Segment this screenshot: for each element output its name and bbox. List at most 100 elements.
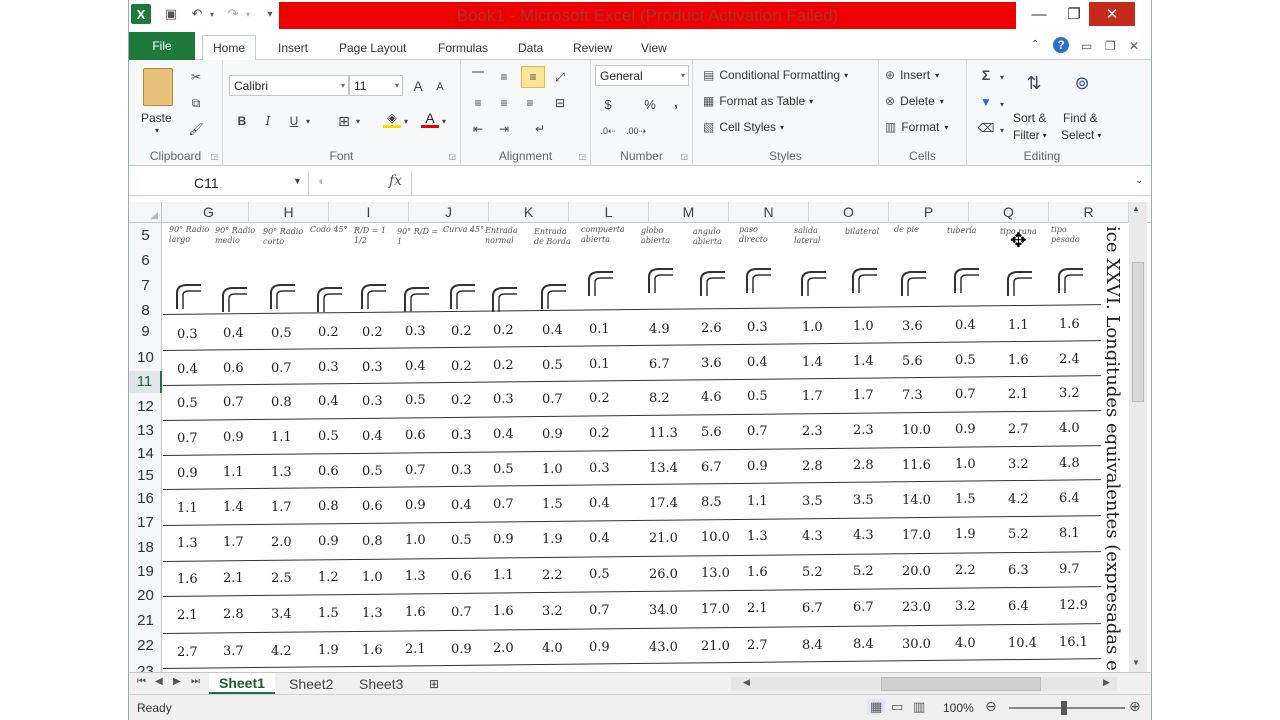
tab-home[interactable]: Home	[202, 35, 257, 61]
zoom-level[interactable]: 100%	[943, 701, 974, 715]
row-header-10[interactable]: 10	[129, 347, 162, 369]
normal-view-icon[interactable]: ▦	[867, 699, 886, 715]
row-header-14[interactable]: 14	[129, 443, 162, 465]
tab-formulas[interactable]: Formulas	[428, 35, 498, 60]
workbook-minimize-icon[interactable]: ▭	[1081, 39, 1092, 53]
fill-dropdown-icon[interactable]: ▾	[997, 95, 1007, 113]
row-header-21[interactable]: 21	[129, 610, 162, 632]
decrease-indent-icon[interactable]: ⇤	[469, 120, 487, 138]
clear-icon[interactable]: ⌫	[977, 119, 995, 137]
row-header-6[interactable]: 6	[129, 250, 162, 272]
zoom-in-icon[interactable]: ⊕	[1129, 698, 1141, 715]
column-header-l[interactable]: L	[569, 202, 649, 223]
paste-icon[interactable]	[143, 68, 173, 106]
vertical-scroll-thumb[interactable]	[1132, 262, 1144, 402]
underline-button[interactable]: U	[285, 112, 303, 130]
tab-file[interactable]: File	[129, 32, 195, 60]
clear-dropdown-icon[interactable]: ▾	[997, 121, 1007, 139]
row-header-11[interactable]: 11	[129, 371, 162, 393]
sort-label[interactable]: Sort &	[1013, 111, 1046, 125]
row-header-13[interactable]: 13	[129, 420, 162, 442]
scroll-right-icon[interactable]: ▶	[1103, 677, 1110, 688]
next-sheet-icon[interactable]: ▶	[173, 676, 181, 687]
close-button[interactable]: ✕	[1089, 2, 1135, 26]
row-header-16[interactable]: 16	[129, 488, 162, 510]
font-color-icon[interactable]: A	[421, 110, 439, 128]
increase-decimal-icon[interactable]: .0⇠	[599, 122, 617, 140]
row-header-12[interactable]: 12	[129, 396, 162, 418]
comma-button[interactable]: ,	[667, 93, 685, 111]
number-launcher-icon[interactable]: ◲	[680, 152, 688, 161]
percent-button[interactable]: %	[641, 95, 659, 113]
column-header-h[interactable]: H	[249, 202, 329, 223]
tab-view[interactable]: View	[631, 35, 677, 60]
tab-page-layout[interactable]: Page Layout	[329, 35, 416, 60]
increase-indent-icon[interactable]: ⇥	[495, 120, 513, 138]
scroll-down-icon[interactable]: ▼	[1132, 658, 1140, 667]
fill-color-dropdown-icon[interactable]: ▾	[401, 112, 411, 130]
clipboard-launcher-icon[interactable]: ◲	[210, 152, 218, 161]
delete-cells-button[interactable]: ⊗ Delete ▾	[885, 94, 944, 108]
column-header-o[interactable]: O	[809, 202, 889, 223]
binoculars-icon[interactable]: ⊚	[1067, 68, 1097, 98]
zoom-slider-thumb[interactable]	[1061, 701, 1067, 715]
cell-styles-button[interactable]: ▧ Cell Styles ▾	[703, 120, 784, 134]
expand-formula-icon[interactable]: ⌄	[1135, 175, 1143, 186]
undo-dropdown-icon[interactable]: ▾	[207, 4, 217, 24]
row-header-19[interactable]: 19	[129, 561, 162, 583]
row-header-22[interactable]: 22	[129, 635, 162, 657]
sheet-tab-sheet1[interactable]: Sheet1	[209, 673, 275, 694]
column-header-n[interactable]: N	[729, 202, 809, 223]
sheet-tab-sheet3[interactable]: Sheet3	[349, 673, 413, 694]
fill-color-icon[interactable]: ◈	[383, 110, 401, 128]
column-header-k[interactable]: K	[489, 202, 569, 223]
underline-dropdown-icon[interactable]: ▾	[303, 112, 313, 130]
first-sheet-icon[interactable]: ⏮	[137, 676, 146, 687]
align-center-icon[interactable]: ≡	[495, 94, 513, 112]
sort-filter-icon[interactable]: ⇅	[1019, 68, 1049, 98]
tab-data[interactable]: Data	[508, 35, 553, 60]
insert-sheet-icon[interactable]: ⊞	[419, 673, 449, 694]
align-right-icon[interactable]: ≡	[521, 94, 539, 112]
undo-icon[interactable]: ↶	[187, 4, 207, 24]
row-header-7[interactable]: 7	[129, 275, 162, 297]
middle-align-icon[interactable]: ≡	[495, 68, 513, 86]
format-painter-icon[interactable]: 🖌	[187, 120, 205, 138]
number-format-select[interactable]: General ▾	[595, 65, 689, 86]
row-header-8[interactable]: 8	[129, 300, 162, 322]
font-size-select[interactable]: 11 ▾	[349, 75, 403, 96]
page-layout-view-icon[interactable]: ▭	[891, 699, 903, 715]
column-header-g[interactable]: G	[169, 202, 249, 223]
zoom-slider[interactable]	[1009, 701, 1125, 715]
row-header-9[interactable]: 9	[129, 321, 162, 343]
select-label[interactable]: Select ▾	[1061, 128, 1101, 142]
font-launcher-icon[interactable]: ◲	[448, 152, 456, 161]
filter-label[interactable]: Filter ▾	[1013, 128, 1047, 142]
tab-insert[interactable]: Insert	[268, 35, 318, 60]
grow-font-icon[interactable]: A	[409, 77, 427, 95]
help-icon[interactable]: ?	[1053, 37, 1069, 53]
row-header-15[interactable]: 15	[129, 465, 162, 487]
bottom-align-icon[interactable]: ≡	[521, 66, 545, 88]
page-break-view-icon[interactable]: ▥	[913, 699, 925, 715]
row-header-17[interactable]: 17	[129, 512, 162, 534]
formula-input[interactable]	[411, 171, 1131, 195]
wrap-text-icon[interactable]: ↵	[531, 120, 549, 138]
row-header-18[interactable]: 18	[129, 537, 162, 559]
scroll-left-icon[interactable]: ◀	[743, 677, 750, 688]
paste-button[interactable]: Paste	[141, 111, 172, 125]
autosum-icon[interactable]: Σ	[977, 66, 995, 84]
column-header-m[interactable]: M	[649, 202, 729, 223]
column-header-q[interactable]: Q	[969, 202, 1049, 223]
paste-dropdown-icon[interactable]: ▾	[155, 126, 159, 135]
customize-qat-icon[interactable]: ▾	[263, 4, 277, 24]
format-as-table-button[interactable]: ▦ Format as Table ▾	[703, 94, 813, 108]
minimize-button[interactable]: —	[1022, 2, 1056, 26]
column-header-j[interactable]: J	[409, 202, 489, 223]
borders-dropdown-icon[interactable]: ▾	[353, 112, 363, 130]
autosum-dropdown-icon[interactable]: ▾	[997, 68, 1007, 86]
redo-icon[interactable]: ↷	[223, 4, 243, 24]
format-cells-button[interactable]: ▥ Format ▾	[885, 120, 948, 134]
horizontal-scroll-thumb[interactable]	[881, 677, 1041, 691]
select-all-corner[interactable]: ◢	[129, 202, 162, 223]
